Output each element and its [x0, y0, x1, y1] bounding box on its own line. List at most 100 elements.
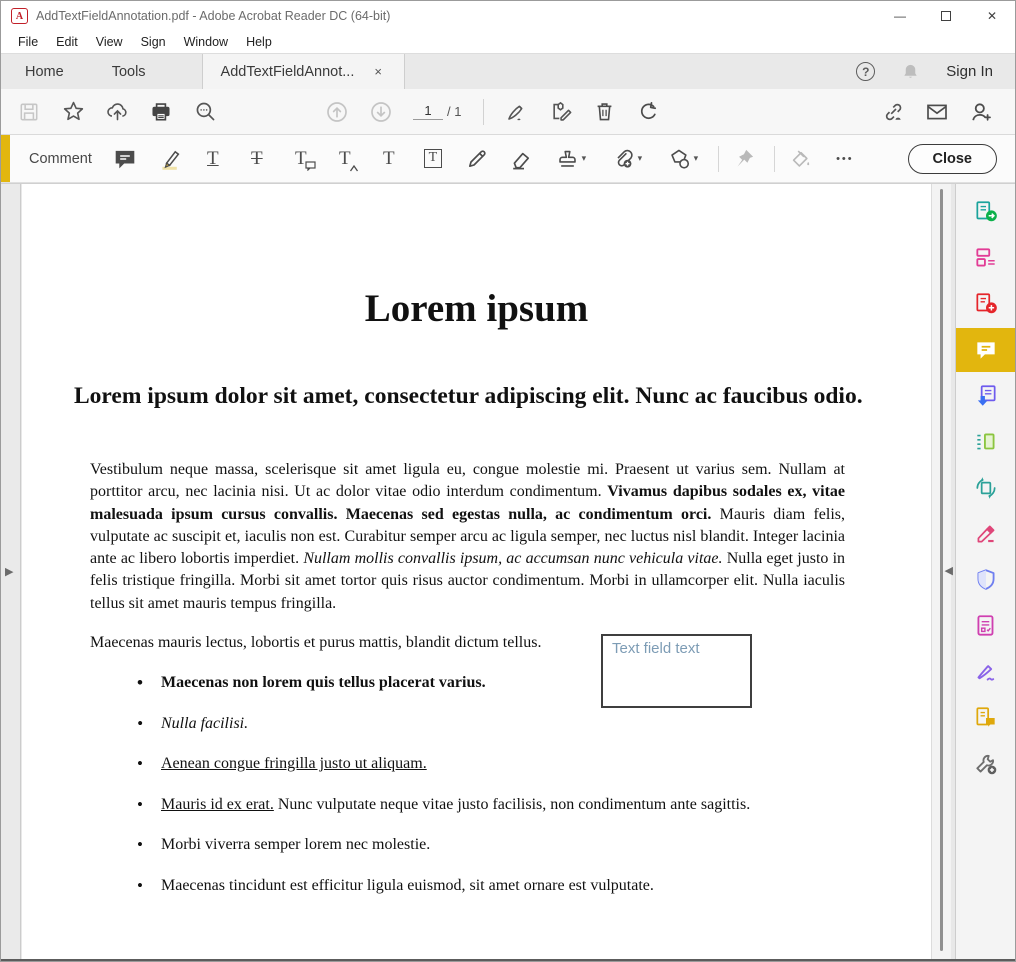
menu-help[interactable]: Help [237, 33, 281, 51]
share-upload-button[interactable] [95, 94, 139, 130]
sign-in-button[interactable]: Sign In [946, 63, 993, 80]
stamp-dropdown-caret: ▾ [582, 153, 587, 164]
menu-view[interactable]: View [87, 33, 132, 51]
next-page-button[interactable] [359, 94, 403, 130]
replace-bubble-glyph [305, 161, 316, 171]
document-viewer: ▶ Lorem ipsum Lorem ipsum dolor sit amet… [1, 183, 1015, 961]
scrollbar-thumb[interactable] [940, 189, 943, 951]
save-icon [18, 101, 40, 123]
document-heading: Lorem ipsum dolor sit amet, consectetur … [74, 380, 889, 412]
print-icon [150, 101, 172, 123]
strikethrough-text-button[interactable]: T [240, 141, 274, 177]
find-button[interactable] [183, 94, 227, 130]
page-number-input[interactable]: 1 [413, 103, 443, 120]
help-icon[interactable]: ? [856, 62, 875, 81]
account-add-button[interactable] [959, 94, 1003, 130]
paint-bucket-icon [789, 147, 812, 170]
sidebar-item-comment[interactable] [956, 328, 1015, 372]
document-title: Lorem ipsum [22, 286, 931, 331]
sidebar-item-create-pdf[interactable] [956, 282, 1015, 326]
sidebar-item-export-pdf[interactable] [956, 190, 1015, 234]
page-pencil-icon [549, 100, 572, 123]
minimize-button[interactable]: — [877, 1, 923, 31]
notifications-bell-icon[interactable] [901, 62, 920, 81]
close-comment-button[interactable]: Close [908, 144, 998, 174]
sidebar-item-combine-files[interactable] [956, 374, 1015, 418]
combine-files-icon [973, 383, 999, 409]
underline-text-button[interactable]: T [196, 141, 230, 177]
tab-close-icon[interactable]: × [370, 62, 386, 81]
insert-text-button[interactable]: T [328, 141, 362, 177]
fill-sign-pen-icon [973, 659, 999, 685]
stamp-icon [556, 147, 579, 170]
sticky-note-button[interactable] [108, 141, 142, 177]
replace-text-button[interactable]: T [284, 141, 318, 177]
star-favorites-button[interactable] [51, 94, 95, 130]
sidebar-item-send-for-comments[interactable] [956, 696, 1015, 740]
fountain-pen-icon [505, 100, 528, 123]
more-options-button[interactable]: ••• [828, 141, 862, 177]
expand-left-panel-icon[interactable]: ▶ [5, 565, 13, 578]
drawing-shapes-button[interactable]: ▾ [660, 141, 706, 177]
maximize-button[interactable] [923, 1, 969, 31]
eraser-icon [509, 147, 533, 171]
save-button[interactable] [7, 94, 51, 130]
fill-color-button[interactable] [784, 141, 818, 177]
sidebar-item-fill-and-sign[interactable] [956, 650, 1015, 694]
draw-button[interactable] [460, 141, 494, 177]
text-box-icon: T [424, 149, 443, 168]
close-window-button[interactable]: ✕ [969, 1, 1015, 31]
previous-page-button[interactable] [315, 94, 359, 130]
highlighter-button[interactable] [152, 141, 186, 177]
navigation-pane-strip[interactable]: ▶ [1, 184, 21, 959]
maximize-icon [941, 11, 951, 21]
sidebar-item-redact[interactable] [956, 512, 1015, 556]
sidebar-item-organize-pages[interactable] [956, 420, 1015, 464]
wrench-plus-icon [973, 751, 999, 777]
menu-sign[interactable]: Sign [132, 33, 175, 51]
list-item: Aenean congue fringilla justo ut aliquam… [90, 753, 845, 775]
sidebar-item-compress-pdf[interactable] [956, 466, 1015, 510]
pin-button[interactable] [728, 141, 762, 177]
highlighter-icon [157, 147, 181, 171]
shapes-dropdown-caret: ▾ [694, 153, 699, 164]
page-total-label: / 1 [447, 104, 461, 119]
rotate-button[interactable] [626, 94, 670, 130]
shared-link-button[interactable] [871, 94, 915, 130]
fill-and-sign-button[interactable] [538, 94, 582, 130]
tab-tools[interactable]: Tools [88, 54, 170, 89]
delete-button[interactable] [582, 94, 626, 130]
document-paragraph-1: Vestibulum neque massa, scelerisque sit … [90, 459, 845, 615]
print-button[interactable] [139, 94, 183, 130]
sidebar-item-edit-pdf[interactable] [956, 236, 1015, 280]
stamp-button[interactable]: ▾ [548, 141, 594, 177]
underline-text-icon: T [207, 149, 219, 168]
title-bar: A AddTextFieldAnnotation.pdf - Adobe Acr… [1, 1, 1015, 31]
attach-file-button[interactable]: ▾ [604, 141, 650, 177]
list-item: Morbi viverra semper lorem nec molestie. [90, 834, 845, 856]
eraser-button[interactable] [504, 141, 538, 177]
tab-document[interactable]: AddTextFieldAnnot... × [202, 54, 405, 89]
collapse-right-panel-icon[interactable]: ◀ [945, 564, 953, 577]
send-email-button[interactable] [915, 94, 959, 130]
add-text-comment-button[interactable]: T [372, 141, 406, 177]
tab-home[interactable]: Home [1, 54, 88, 89]
rotate-icon [637, 100, 660, 123]
menu-file[interactable]: File [9, 33, 47, 51]
redact-marker-icon [973, 521, 999, 547]
toolbar-divider [483, 99, 484, 125]
comment-icon [973, 337, 999, 363]
text-field-annotation[interactable]: Text field text [601, 634, 752, 708]
comment-toolbar-divider [718, 146, 719, 172]
form-document-icon [973, 613, 999, 639]
sidebar-item-more-tools[interactable] [956, 742, 1015, 786]
sign-pen-button[interactable] [494, 94, 538, 130]
menu-edit[interactable]: Edit [47, 33, 87, 51]
sidebar-item-prepare-form[interactable] [956, 604, 1015, 648]
text-box-button[interactable]: T [416, 141, 450, 177]
window-title: AddTextFieldAnnotation.pdf - Adobe Acrob… [36, 9, 390, 23]
sidebar-item-protect[interactable] [956, 558, 1015, 602]
document-comment-icon [973, 705, 999, 731]
menu-window[interactable]: Window [175, 33, 237, 51]
acrobat-window: A AddTextFieldAnnotation.pdf - Adobe Acr… [0, 0, 1016, 962]
